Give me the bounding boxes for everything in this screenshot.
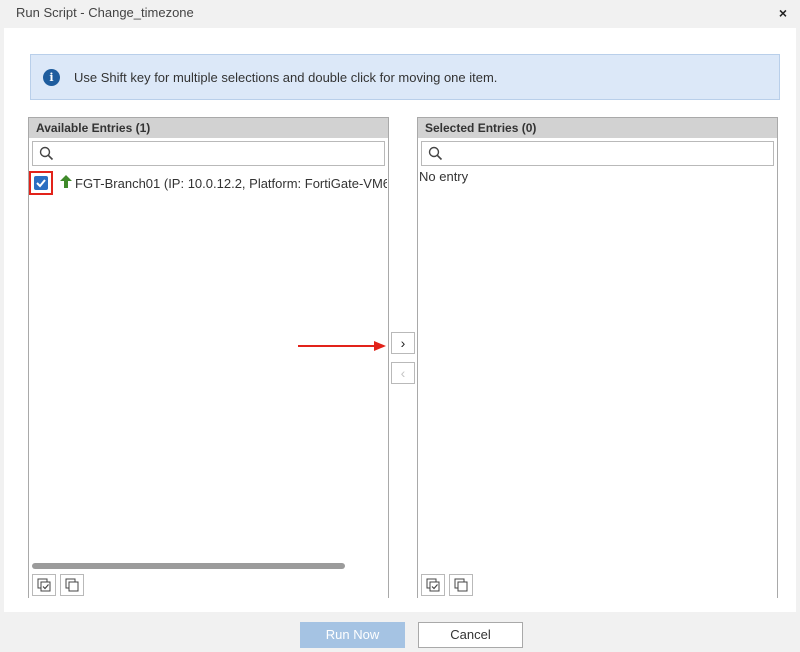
- info-icon: i: [43, 69, 60, 86]
- check-icon: [36, 179, 46, 188]
- info-banner: i Use Shift key for multiple selections …: [30, 54, 780, 100]
- move-left-button[interactable]: ‹: [391, 362, 415, 384]
- available-entries-panel: Available Entries (1) FGT-Branch01 (IP: …: [28, 117, 389, 598]
- select-all-icon: [426, 578, 440, 592]
- dialog-footer: Run Now Cancel: [0, 612, 800, 652]
- info-text: Use Shift key for multiple selections an…: [74, 70, 498, 85]
- cancel-button[interactable]: Cancel: [418, 622, 523, 648]
- empty-state-text: No entry: [419, 169, 469, 184]
- dialog-titlebar: Run Script - Change_timezone ×: [0, 0, 800, 28]
- run-now-button[interactable]: Run Now: [300, 622, 405, 648]
- deselect-all-icon: [65, 578, 79, 592]
- selected-entries-panel: Selected Entries (0) No entry: [417, 117, 778, 598]
- search-icon: [39, 146, 54, 161]
- select-all-button[interactable]: [32, 574, 56, 596]
- entry-label: FGT-Branch01 (IP: 10.0.12.2, Platform: F…: [75, 176, 387, 191]
- entry-checkbox[interactable]: [34, 176, 48, 190]
- selected-panel-footer: [418, 570, 777, 598]
- deselect-all-icon: [454, 578, 468, 592]
- up-arrow-icon: [60, 175, 72, 188]
- close-button[interactable]: ×: [776, 6, 790, 20]
- deselect-all-button[interactable]: [60, 574, 84, 596]
- available-entries-header: Available Entries (1): [29, 118, 388, 138]
- move-right-button[interactable]: ›: [391, 332, 415, 354]
- search-icon: [428, 146, 443, 161]
- entry-checkbox-highlight[interactable]: [29, 171, 53, 195]
- available-panel-footer: [29, 570, 388, 598]
- horizontal-scrollbar[interactable]: [32, 563, 345, 569]
- select-all-icon: [37, 578, 51, 592]
- select-all-button[interactable]: [421, 574, 445, 596]
- available-search-input[interactable]: [32, 141, 385, 166]
- selected-entries-header: Selected Entries (0): [418, 118, 777, 138]
- annotation-arrow-icon: [298, 341, 386, 351]
- selected-search-input[interactable]: [421, 141, 774, 166]
- dialog-title: Run Script - Change_timezone: [16, 5, 194, 20]
- list-item[interactable]: FGT-Branch01 (IP: 10.0.12.2, Platform: F…: [29, 171, 388, 195]
- deselect-all-button[interactable]: [449, 574, 473, 596]
